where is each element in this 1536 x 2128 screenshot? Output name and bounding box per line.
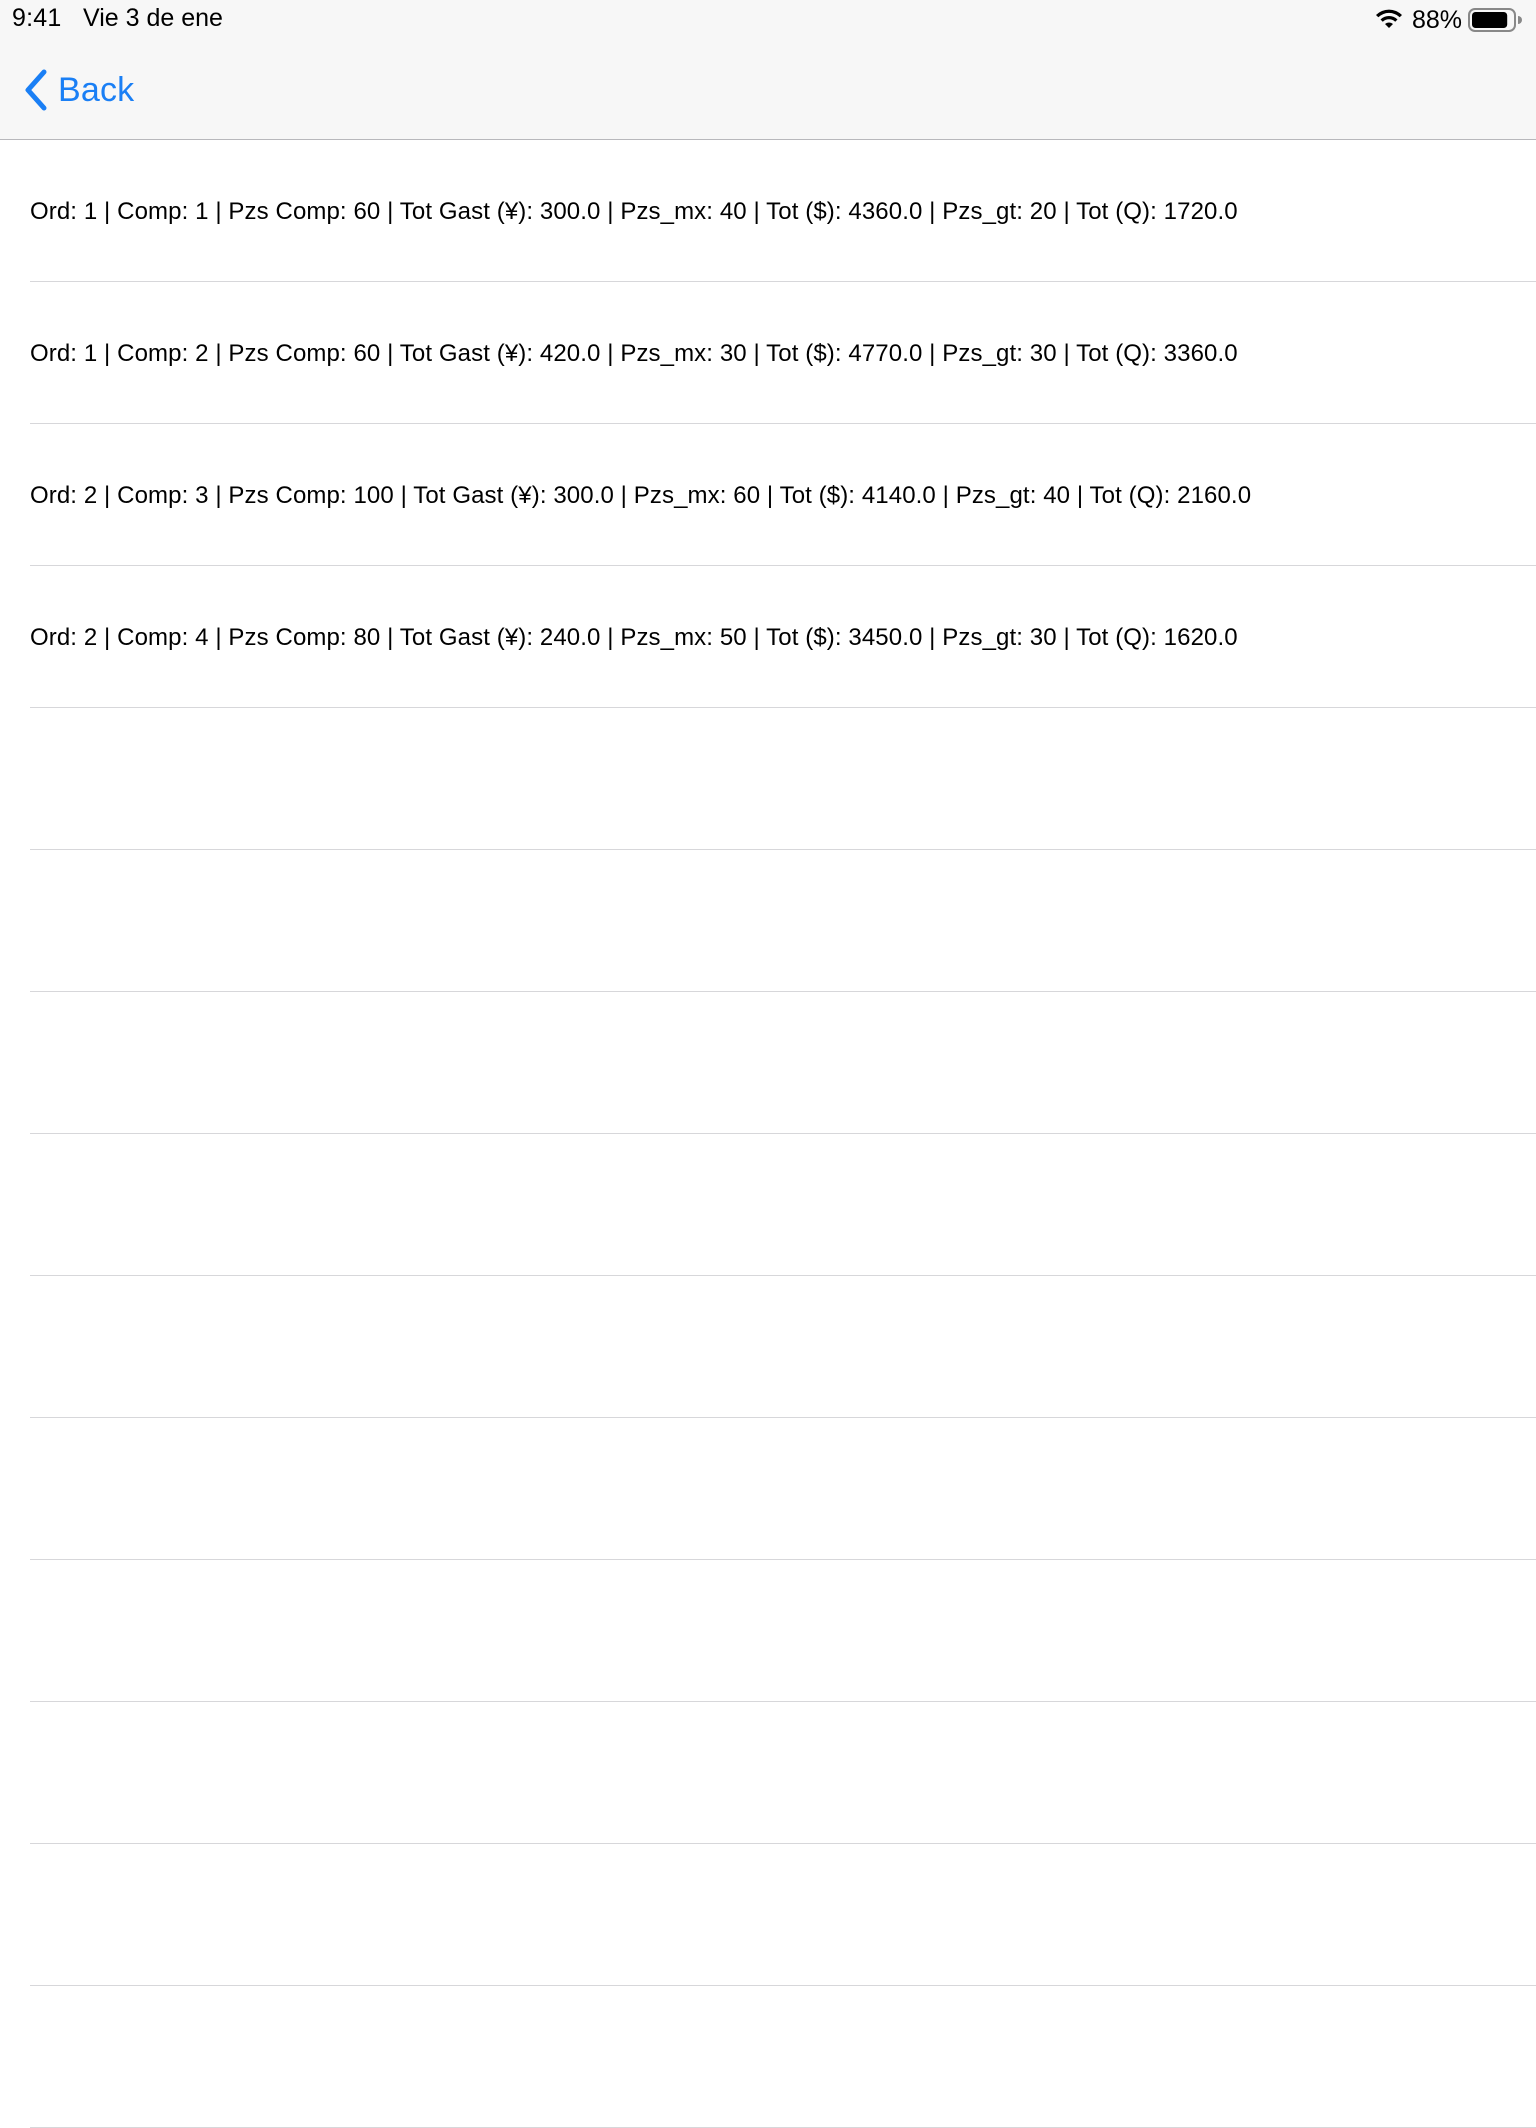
- back-label: Back: [58, 70, 135, 109]
- table-row[interactable]: Ord: 2 | Comp: 4 | Pzs Comp: 80 | Tot Ga…: [0, 566, 1536, 708]
- battery-percent: 88%: [1411, 5, 1462, 34]
- table-row[interactable]: [0, 1702, 1536, 1844]
- table-row[interactable]: [0, 1276, 1536, 1418]
- table-row[interactable]: [0, 708, 1536, 850]
- status-bar: 9:41 Vie 3 de ene 88%: [0, 0, 1536, 40]
- table-row[interactable]: Ord: 1 | Comp: 2 | Pzs Comp: 60 | Tot Ga…: [0, 282, 1536, 424]
- battery-icon: [1468, 8, 1522, 32]
- table-row[interactable]: [0, 1418, 1536, 1560]
- table-row[interactable]: Ord: 1 | Comp: 1 | Pzs Comp: 60 | Tot Ga…: [0, 140, 1536, 282]
- table-row[interactable]: [0, 1986, 1536, 2128]
- orders-table: Ord: 1 | Comp: 1 | Pzs Comp: 60 | Tot Ga…: [0, 140, 1536, 2128]
- wifi-icon: [1375, 9, 1402, 28]
- table-row[interactable]: Ord: 2 | Comp: 3 | Pzs Comp: 100 | Tot G…: [0, 424, 1536, 566]
- table-row[interactable]: [0, 992, 1536, 1134]
- row-text: Ord: 2 | Comp: 3 | Pzs Comp: 100 | Tot G…: [30, 482, 1252, 509]
- row-text: Ord: 1 | Comp: 2 | Pzs Comp: 60 | Tot Ga…: [30, 340, 1238, 367]
- chevron-left-icon: [25, 69, 47, 111]
- status-time: 9:41: [12, 4, 62, 32]
- status-indicators: 88%: [1374, 4, 1522, 36]
- row-text: Ord: 1 | Comp: 1 | Pzs Comp: 60 | Tot Ga…: [30, 198, 1238, 225]
- status-date: Vie 3 de ene: [83, 4, 223, 32]
- table-row[interactable]: [0, 1844, 1536, 1986]
- table-row[interactable]: [0, 1560, 1536, 1702]
- row-text: Ord: 2 | Comp: 4 | Pzs Comp: 80 | Tot Ga…: [30, 624, 1238, 651]
- navigation-bar: Back: [0, 40, 1536, 140]
- table-row[interactable]: [0, 1134, 1536, 1276]
- battery-fill: [1472, 12, 1508, 28]
- table-row[interactable]: [0, 850, 1536, 992]
- back-button[interactable]: Back: [22, 66, 134, 114]
